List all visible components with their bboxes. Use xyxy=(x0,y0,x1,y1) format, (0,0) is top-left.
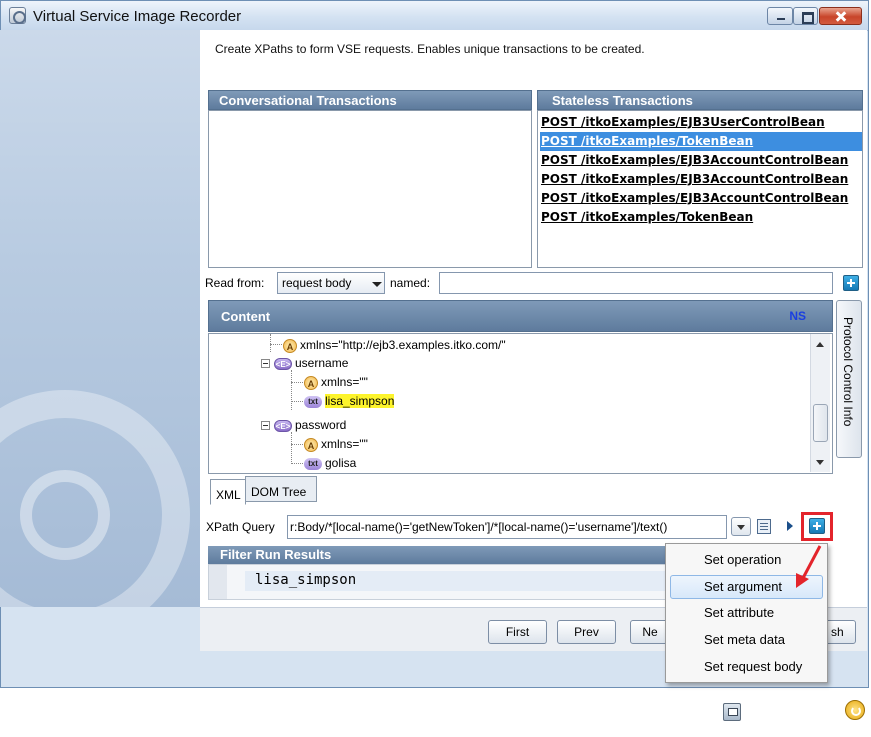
ns-toggle[interactable]: NS xyxy=(789,309,806,323)
page-description: Create XPaths to form VSE requests. Enab… xyxy=(215,42,645,56)
named-input[interactable] xyxy=(439,272,833,294)
filter-results-panel: lisa_simpson xyxy=(208,564,688,600)
stateless-list[interactable]: POST /itkoExamples/EJB3UserControlBean P… xyxy=(537,110,863,268)
menu-item-set-attribute[interactable]: Set attribute xyxy=(670,601,823,625)
title-bar[interactable]: Virtual Service Image Recorder xyxy=(1,1,868,31)
conversational-header: Conversational Transactions xyxy=(208,90,532,110)
tree-node-attribute[interactable]: Axmlns="" xyxy=(304,435,368,453)
recorder-app-icon xyxy=(9,7,26,24)
read-from-label: Read from: xyxy=(205,276,265,290)
attribute-icon: A xyxy=(283,338,297,353)
tree-node-text[interactable]: txt lisa_simpson xyxy=(304,392,395,410)
tree-node-text[interactable]: txt golisa xyxy=(304,454,356,472)
scroll-down-icon[interactable] xyxy=(816,460,824,465)
close-button[interactable] xyxy=(819,7,862,25)
list-item[interactable]: POST /itkoExamples/TokenBean xyxy=(540,208,862,227)
run-play-icon[interactable] xyxy=(787,521,793,531)
text-node-icon: txt xyxy=(304,395,322,408)
element-icon: <E> xyxy=(274,357,292,370)
wheel-hub-graphic xyxy=(20,470,110,560)
list-item-selected[interactable]: POST /itkoExamples/TokenBean xyxy=(540,132,862,151)
xpath-input[interactable]: r:Body/*[local-name()='getNewToken']/*[l… xyxy=(287,515,727,539)
tree-node-attribute[interactable]: Axmlns="" xyxy=(304,373,368,391)
collapse-icon[interactable] xyxy=(261,421,270,431)
content-title: Content xyxy=(221,309,271,324)
prev-button[interactable]: Prev xyxy=(557,620,616,644)
decorative-sidebar xyxy=(0,30,200,607)
filter-results-header: Filter Run Results xyxy=(208,546,688,564)
refresh-icon[interactable] xyxy=(845,700,865,720)
window-title: Virtual Service Image Recorder xyxy=(33,8,242,25)
scroll-thumb[interactable] xyxy=(813,404,828,442)
list-item[interactable]: POST /itkoExamples/EJB3AccountControlBea… xyxy=(540,151,862,170)
read-from-value: request body xyxy=(282,276,352,290)
content-header: Content NS xyxy=(208,300,833,332)
maximize-button[interactable] xyxy=(793,7,818,25)
menu-item-set-request-body[interactable]: Set request body xyxy=(670,655,823,679)
conversational-list[interactable] xyxy=(208,110,532,268)
list-item[interactable]: POST /itkoExamples/EJB3AccountControlBea… xyxy=(540,189,862,208)
add-named-plus-icon[interactable] xyxy=(843,275,859,291)
xpath-label: XPath Query xyxy=(206,520,275,534)
tree-node-element[interactable]: <E> username xyxy=(261,354,348,372)
menu-item-set-meta-data[interactable]: Set meta data xyxy=(670,628,823,652)
minimize-button[interactable] xyxy=(767,7,793,25)
copy-document-icon[interactable] xyxy=(757,519,771,534)
stateless-header: Stateless Transactions xyxy=(537,90,863,110)
scroll-up-icon[interactable] xyxy=(816,342,824,347)
tree-node-attribute[interactable]: Axmlns="http://ejb3.examples.itko.com/" xyxy=(283,336,506,354)
tree-scrollbar[interactable] xyxy=(810,334,830,472)
attribute-icon: A xyxy=(304,375,318,390)
tab-xml[interactable]: XML xyxy=(210,479,246,505)
attribute-icon: A xyxy=(304,437,318,452)
dom-tree[interactable]: Axmlns="http://ejb3.examples.itko.com/" … xyxy=(208,333,833,474)
first-button[interactable]: First xyxy=(488,620,547,644)
list-item[interactable]: POST /itkoExamples/EJB3UserControlBean xyxy=(540,113,862,132)
filter-result-line: lisa_simpson xyxy=(245,571,685,591)
read-from-select[interactable]: request body xyxy=(277,272,385,294)
highlight-callout-box xyxy=(801,512,833,541)
named-label: named: xyxy=(390,276,431,290)
tree-node-element[interactable]: <E> password xyxy=(261,416,346,434)
xpath-history-dropdown[interactable] xyxy=(731,517,751,536)
save-icon[interactable] xyxy=(723,703,741,721)
chevron-down-icon xyxy=(372,282,382,287)
callout-arrow-icon xyxy=(796,545,822,588)
text-node-icon: txt xyxy=(304,457,322,470)
tab-dom-tree[interactable]: DOM Tree xyxy=(245,476,317,502)
next-button[interactable]: Ne xyxy=(630,620,670,644)
tab-protocol-control-info[interactable]: Protocol Control Info xyxy=(836,300,862,458)
list-item[interactable]: POST /itkoExamples/EJB3AccountControlBea… xyxy=(540,170,862,189)
element-icon: <E> xyxy=(274,419,292,432)
collapse-icon[interactable] xyxy=(261,359,270,369)
